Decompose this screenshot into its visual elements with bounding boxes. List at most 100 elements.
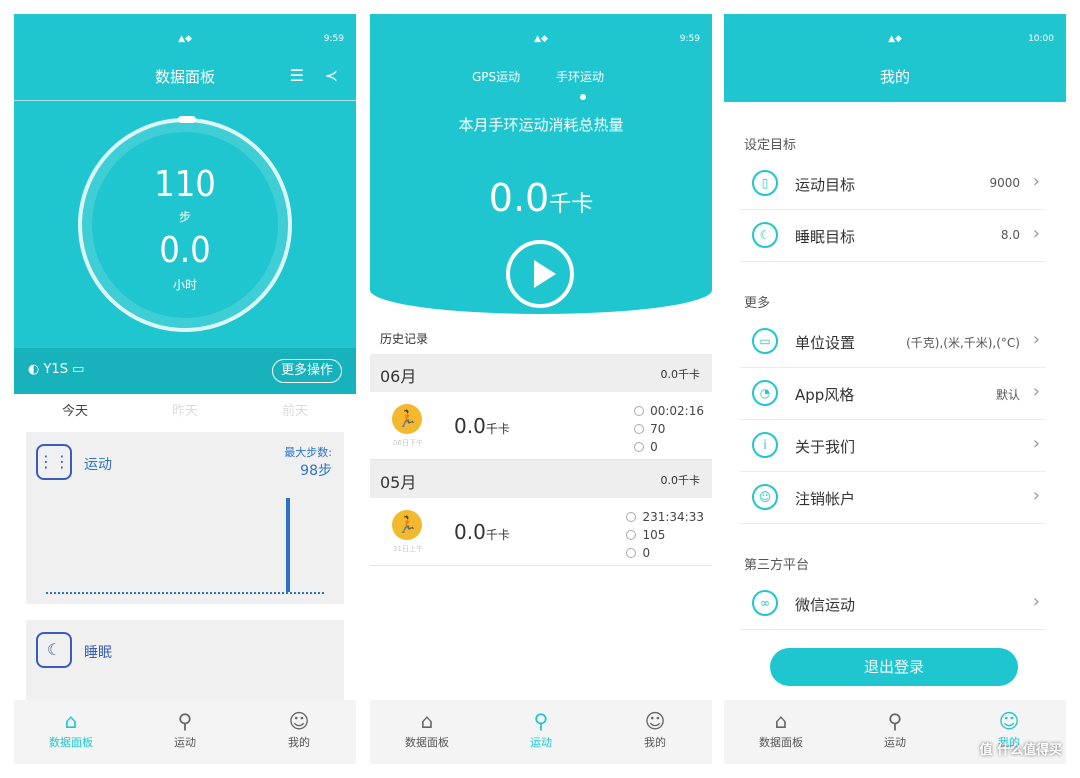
chevron-right-icon: › xyxy=(1032,223,1040,244)
chevron-right-icon: › xyxy=(1032,433,1040,454)
section-more: 更多 xyxy=(744,296,771,311)
device-name: ◐ Y1S ▭ xyxy=(28,362,85,377)
chevron-right-icon: › xyxy=(1032,381,1040,402)
row-about[interactable]: i 关于我们 › xyxy=(740,420,1046,472)
row-stats: 00:02:16 70 0 xyxy=(634,402,704,456)
signal-icon: ▲◆ xyxy=(888,34,902,44)
section-third-party: 第三方平台 xyxy=(744,558,810,573)
battery-time: 10:00 xyxy=(1028,34,1054,44)
total-calories: 0.0千卡 xyxy=(488,176,594,220)
month-header: 05月 0.0千卡 xyxy=(370,460,712,498)
moon-icon: ☾ xyxy=(752,222,778,248)
user-icon: ☺ xyxy=(752,484,778,510)
status-bar: ▲◆ 9:59 xyxy=(14,14,356,44)
row-wechat-sport[interactable]: ∞ 微信运动 › xyxy=(740,578,1046,630)
row-delete-account[interactable]: ☺ 注销帐户 › xyxy=(740,472,1046,524)
logout-button[interactable]: 退出登录 xyxy=(770,648,1018,686)
history-row[interactable]: 🏃 06日下午 0.0千卡 00:02:16 70 0 xyxy=(370,394,712,460)
more-actions-button[interactable]: 更多操作 xyxy=(271,359,342,383)
user-icon: ☺ xyxy=(644,709,666,733)
nav-mine[interactable]: ☺ 我的 xyxy=(598,708,712,750)
header-divider xyxy=(14,100,356,101)
user-icon: ☺ xyxy=(288,709,310,733)
footprint-icon: ⋮⋮ xyxy=(36,444,72,480)
day-tabs: 今天 昨天 前天 xyxy=(14,398,356,426)
history-title: 历史记录 xyxy=(380,332,429,346)
nav-sport[interactable]: ⚲ 运动 xyxy=(838,708,952,750)
bottom-nav: ⌂ 数据面板 ⚲ 运动 ☺ 我的 xyxy=(370,700,712,764)
chevron-right-icon: › xyxy=(1032,485,1040,506)
max-steps-value: 98步 xyxy=(300,463,332,479)
tab-today[interactable]: 今天 xyxy=(18,400,132,419)
month-header: 06月 0.0千卡 xyxy=(370,354,712,392)
sleep-card[interactable]: ☾ 睡眠 xyxy=(26,620,344,700)
hours-value: 0.0 xyxy=(159,230,211,271)
month-calories-title: 本月手环运动消耗总热量 xyxy=(458,116,624,134)
tab-day-before[interactable]: 前天 xyxy=(238,400,352,419)
palette-icon: ◔ xyxy=(752,380,778,406)
shoe-icon: ⚲ xyxy=(887,709,903,733)
steps-value: 110 xyxy=(154,164,216,205)
progress-ring xyxy=(78,118,292,332)
chevron-right-icon: › xyxy=(1032,171,1040,192)
row-sport-goal[interactable]: ▯ 运动目标 9000 › xyxy=(740,158,1046,210)
chevron-right-icon: › xyxy=(1032,329,1040,350)
status-bar: ▲◆ 10:00 xyxy=(724,14,1066,44)
play-button[interactable] xyxy=(506,240,574,308)
hours-unit: 小时 xyxy=(172,278,197,292)
page-title: 数据面板 xyxy=(154,68,215,86)
section-goals: 设定目标 xyxy=(744,138,797,153)
bottom-nav: ⌂ 数据面板 ⚲ 运动 ☺ 我的 xyxy=(14,700,356,764)
sleep-label: 睡眠 xyxy=(84,645,112,661)
page-title: 我的 xyxy=(879,68,910,86)
row-sleep-goal[interactable]: ☾ 睡眠目标 8.0 › xyxy=(740,210,1046,262)
nav-mine[interactable]: ☺ 我的 xyxy=(242,708,356,750)
row-unit-settings[interactable]: ▭ 单位设置 (千克),(米,千米),(°C) › xyxy=(740,316,1046,368)
user-icon: ☺ xyxy=(998,709,1020,733)
watch-icon: ▯ xyxy=(752,170,778,196)
row-app-style[interactable]: ◔ App风格 默认 › xyxy=(740,368,1046,420)
screen-sport: ▲◆ 9:59 GPS运动 手环运动 本月手环运动消耗总热量 0.0千卡 历史记… xyxy=(370,14,712,764)
nav-sport[interactable]: ⚲ 运动 xyxy=(484,708,598,750)
row-stats: 231:34:33 105 0 xyxy=(626,508,704,562)
battery-time: 9:59 xyxy=(679,34,700,44)
nav-dashboard[interactable]: ⌂ 数据面板 xyxy=(370,708,484,750)
run-icon: 🏃 xyxy=(392,404,422,434)
ring-indicator xyxy=(178,116,196,123)
home-icon: ⌂ xyxy=(420,709,434,733)
shoe-icon: ⚲ xyxy=(177,709,193,733)
shoe-icon: ⚲ xyxy=(533,709,549,733)
tab-indicator xyxy=(580,94,586,100)
signal-icon: ▲◆ xyxy=(178,34,192,44)
battery-time: 9:59 xyxy=(323,34,344,44)
moon-icon: ☾ xyxy=(36,632,72,668)
nav-dashboard[interactable]: ⌂ 数据面板 xyxy=(724,708,838,750)
home-icon: ⌂ xyxy=(64,709,78,733)
tab-gps[interactable]: GPS运动 xyxy=(472,68,520,85)
nav-sport[interactable]: ⚲ 运动 xyxy=(128,708,242,750)
steps-unit: 步 xyxy=(178,210,191,224)
list-icon[interactable]: ☰ xyxy=(290,66,304,85)
tab-yesterday[interactable]: 昨天 xyxy=(128,400,242,419)
tab-band[interactable]: 手环运动 xyxy=(556,68,604,85)
chevron-right-icon: › xyxy=(1032,591,1040,612)
share-icon[interactable]: ≺ xyxy=(325,66,338,85)
nav-dashboard[interactable]: ⌂ 数据面板 xyxy=(14,708,128,750)
info-icon: i xyxy=(752,432,778,458)
wechat-icon: ∞ xyxy=(752,590,778,616)
device-bar: ◐ Y1S ▭ 更多操作 xyxy=(14,348,356,394)
max-steps-label: 最大步数: xyxy=(284,446,332,459)
run-icon: 🏃 xyxy=(392,510,422,540)
activity-label: 运动 xyxy=(84,457,112,473)
watermark: 值 什么值得买 xyxy=(979,743,1062,758)
battery-icon: ▭ xyxy=(72,362,85,377)
play-icon xyxy=(534,260,556,288)
steps-bar xyxy=(286,498,290,592)
screen-dashboard: ▲◆ 9:59 数据面板 ☰ ≺ 110 步 0.0 小时 ◐ Y1S ▭ 更多… xyxy=(14,14,356,764)
status-bar: ▲◆ 9:59 xyxy=(370,14,712,44)
ruler-icon: ▭ xyxy=(752,328,778,354)
steps-baseline xyxy=(46,592,324,594)
history-row[interactable]: 🏃 31日上午 0.0千卡 231:34:33 105 0 xyxy=(370,500,712,566)
signal-icon: ▲◆ xyxy=(534,34,548,44)
activity-card[interactable]: ⋮⋮ 运动 最大步数: 98步 xyxy=(26,432,344,604)
